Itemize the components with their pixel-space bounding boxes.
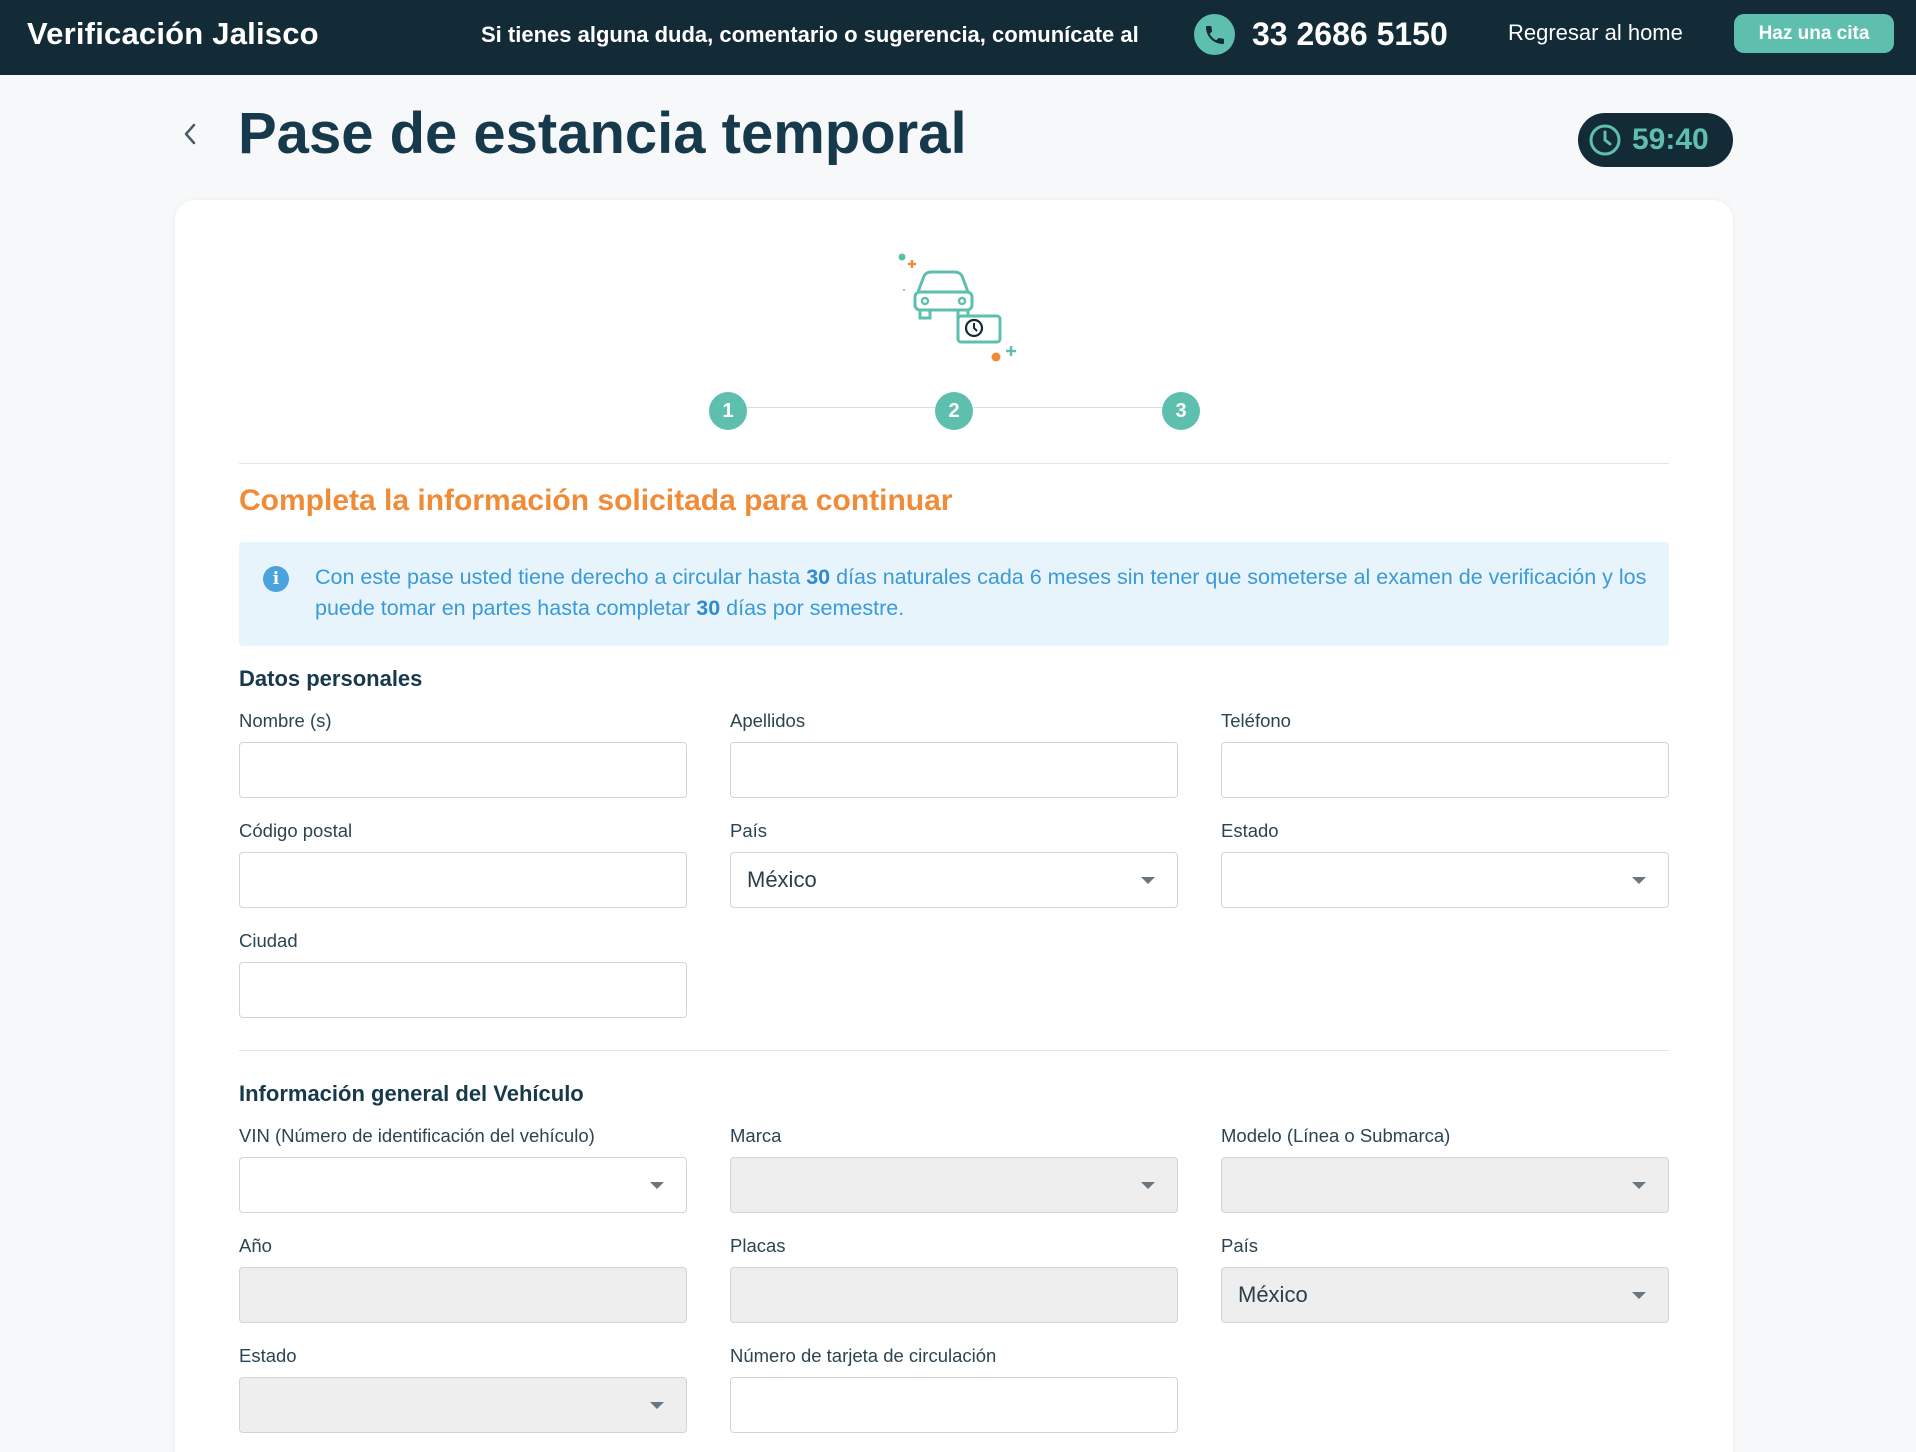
- form-card: [175, 200, 1733, 1452]
- step-2: 2: [935, 392, 973, 430]
- pais-label: País: [730, 820, 768, 841]
- step-3: 3: [1162, 392, 1200, 430]
- estado-select[interactable]: [1221, 852, 1669, 908]
- anio-input[interactable]: [239, 1267, 687, 1323]
- phone-icon: [1194, 14, 1235, 55]
- divider: [239, 463, 1669, 464]
- back-button[interactable]: [176, 118, 204, 150]
- marca-select[interactable]: [730, 1157, 1178, 1213]
- nombre-label: Nombre (s): [239, 710, 332, 731]
- info-alert: i Con este pase usted tiene derecho a ci…: [239, 542, 1669, 646]
- vin-label: VIN (Número de identificación del vehícu…: [239, 1125, 595, 1146]
- vehicle-estado-select[interactable]: [239, 1377, 687, 1433]
- car-clock-illustration: [898, 253, 1016, 362]
- placas-label: Placas: [730, 1235, 786, 1256]
- brand-main: Verificación: [27, 16, 204, 51]
- home-link[interactable]: Regresar al home: [1508, 20, 1683, 46]
- vehicle-info-title: Información general del Vehículo: [239, 1081, 584, 1106]
- info-text: Con este pase usted tiene derecho a circ…: [315, 565, 1647, 620]
- anio-label: Año: [239, 1235, 272, 1256]
- apellidos-label: Apellidos: [730, 710, 806, 731]
- placas-input[interactable]: [730, 1267, 1178, 1323]
- modelo-label: Modelo (Línea o Submarca): [1221, 1125, 1451, 1146]
- chevron-down-icon: [1632, 1182, 1646, 1189]
- phone-number[interactable]: 33 2686 5150: [1252, 16, 1448, 53]
- chevron-down-icon: [1141, 1182, 1155, 1189]
- personal-data-title: Datos personales: [239, 666, 423, 691]
- make-appointment-button[interactable]: Haz una cita: [1734, 14, 1894, 53]
- vehicle-pais-label: País: [1221, 1235, 1259, 1256]
- divider: [239, 1050, 1669, 1051]
- top-navbar: Verificación Jalisco Si tienes alguna du…: [0, 0, 1916, 75]
- codigo-postal-label: Código postal: [239, 820, 353, 841]
- ciudad-label: Ciudad: [239, 930, 298, 951]
- pais-select[interactable]: México: [730, 852, 1178, 908]
- brand-logo[interactable]: Verificación Jalisco: [27, 16, 319, 52]
- tarjeta-input[interactable]: [730, 1377, 1178, 1433]
- vehicle-estado-label: Estado: [239, 1345, 297, 1366]
- nombre-input[interactable]: [239, 742, 687, 798]
- tarjeta-label: Número de tarjeta de circulación: [730, 1345, 997, 1366]
- help-text: Si tienes alguna duda, comentario o suge…: [481, 22, 1139, 47]
- vehicle-pais-select[interactable]: México: [1221, 1267, 1669, 1323]
- modelo-select[interactable]: [1221, 1157, 1669, 1213]
- apellidos-input[interactable]: [730, 742, 1178, 798]
- form-heading: Completa la información solicitada para …: [239, 484, 953, 517]
- brand-city: Jalisco: [212, 16, 319, 51]
- session-timer: 59:40: [1578, 113, 1733, 167]
- telefono-label: Teléfono: [1221, 710, 1291, 731]
- clock-icon: [1589, 124, 1621, 156]
- step-1: 1: [709, 392, 747, 430]
- info-icon: i: [263, 566, 289, 592]
- stepper-connector: [974, 407, 1162, 408]
- marca-label: Marca: [730, 1125, 782, 1146]
- ciudad-input[interactable]: [239, 962, 687, 1018]
- chevron-down-icon: [1141, 877, 1155, 884]
- chevron-down-icon: [1632, 1292, 1646, 1299]
- estado-label: Estado: [1221, 820, 1279, 841]
- chevron-left-icon: [184, 123, 196, 145]
- page-title: Pase de estancia temporal: [238, 101, 967, 166]
- telefono-input[interactable]: [1221, 742, 1669, 798]
- chevron-down-icon: [1632, 877, 1646, 884]
- stepper-connector: [747, 407, 935, 408]
- chevron-down-icon: [650, 1402, 664, 1409]
- codigo-postal-input[interactable]: [239, 852, 687, 908]
- chevron-down-icon: [650, 1182, 664, 1189]
- vin-select[interactable]: [239, 1157, 687, 1213]
- timer-value: 59:40: [1632, 123, 1709, 156]
